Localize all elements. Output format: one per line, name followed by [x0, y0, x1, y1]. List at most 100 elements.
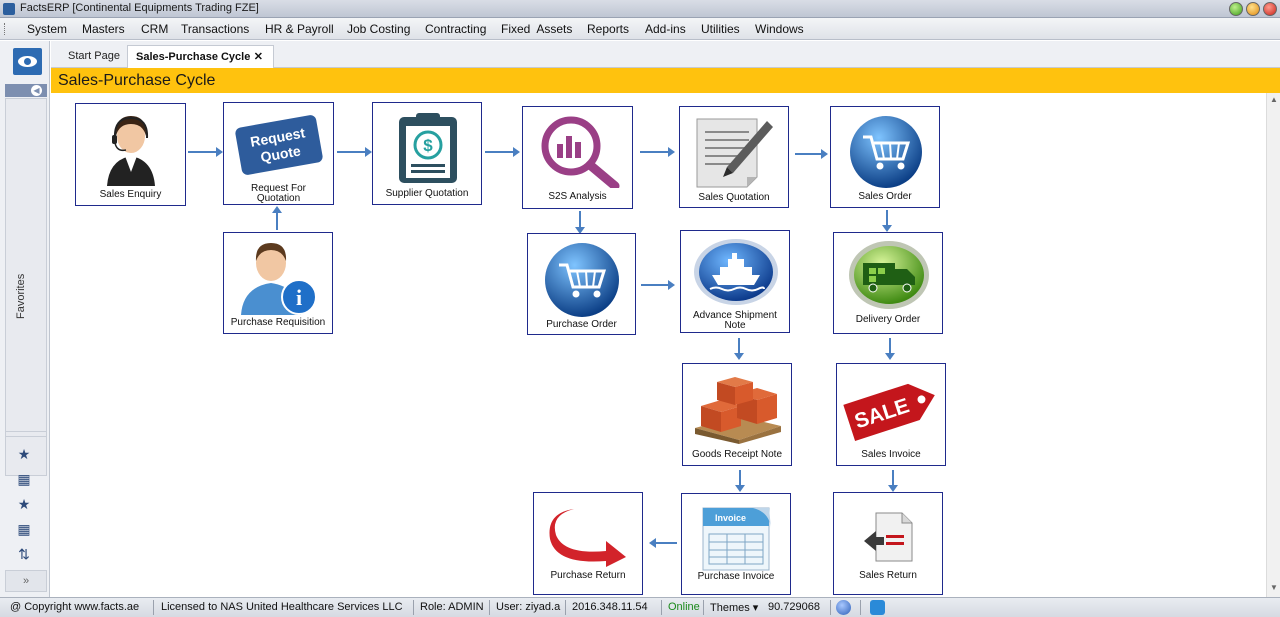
- tab-close-icon[interactable]: ✕: [254, 46, 263, 68]
- svg-text:i: i: [296, 285, 302, 310]
- sort-arrows-icon[interactable]: ⇅: [12, 545, 36, 563]
- status-copyright: @ Copyright www.facts.ae: [10, 601, 140, 613]
- document-pen-icon: [696, 118, 773, 188]
- flow-arrow: [272, 206, 282, 230]
- status-divider: [860, 600, 861, 615]
- boxes-on-pallet-icon: [695, 377, 781, 444]
- collapse-sidebar-button[interactable]: ◀: [5, 84, 47, 97]
- menu-windows[interactable]: Windows: [755, 22, 804, 36]
- node-label: Goods Receipt Note: [691, 449, 783, 460]
- menu-hr-payroll[interactable]: HR & Payroll: [265, 22, 334, 36]
- svg-text:$: $: [423, 136, 433, 155]
- app-icon: [3, 3, 15, 15]
- sale-tag-icon: SALE: [843, 383, 935, 441]
- return-arrow-icon: [549, 509, 626, 567]
- status-divider: [413, 600, 414, 615]
- left-rail: ◀ Favorites ★ ▦ ★ ▦ ⇅ »: [0, 41, 50, 597]
- node-goods-receipt-note[interactable]: Goods Receipt Note: [682, 363, 792, 466]
- node-sales-invoice[interactable]: SALE Sales Invoice: [836, 363, 946, 466]
- window-title: FactsERP [Continental Equipments Trading…: [20, 2, 259, 14]
- menu-add-ins[interactable]: Add-ins: [645, 22, 686, 36]
- status-license: Licensed to NAS United Healthcare Servic…: [161, 601, 403, 613]
- flow-arrow: [888, 470, 898, 492]
- node-supplier-quotation[interactable]: $ Supplier Quotation: [372, 102, 482, 205]
- invoice-tag-text: Invoice: [715, 513, 746, 523]
- node-sales-order[interactable]: Sales Order: [830, 106, 940, 208]
- flow-arrow: [735, 470, 745, 492]
- window-list-icon-2[interactable]: ▦: [12, 520, 36, 538]
- eye-logo-icon[interactable]: [13, 48, 42, 75]
- node-sales-return[interactable]: Sales Return: [833, 492, 943, 595]
- vertical-scrollbar[interactable]: ▲ ▼: [1266, 93, 1280, 597]
- clipboard-dollar-icon: $: [399, 113, 457, 183]
- shopping-cart-icon: [545, 243, 619, 317]
- node-purchase-requisition[interactable]: i Purchase Requisition: [223, 232, 333, 334]
- status-divider: [153, 600, 154, 615]
- favorites-label: Favorites: [15, 273, 27, 319]
- node-label: Purchase Return: [550, 570, 626, 581]
- rail-more-button[interactable]: »: [5, 570, 47, 592]
- skype-icon[interactable]: [870, 600, 885, 615]
- scroll-up-icon[interactable]: ▲: [1269, 95, 1279, 104]
- flow-arrow: [734, 338, 744, 360]
- node-sales-enquiry[interactable]: Sales Enquiry: [75, 103, 186, 206]
- favorites-panel[interactable]: Favorites: [5, 98, 47, 476]
- maximize-button[interactable]: [1246, 2, 1260, 16]
- menu-utilities[interactable]: Utilities: [701, 22, 740, 36]
- rail-splitter[interactable]: [5, 431, 47, 437]
- collapse-arrow-icon: ◀: [31, 85, 42, 96]
- node-advance-shipment-note[interactable]: Advance Shipment Note: [680, 230, 790, 333]
- themes-dropdown[interactable]: Themes ▾: [710, 601, 758, 614]
- node-label: Purchase Order: [546, 319, 617, 330]
- shopping-cart-icon: [850, 116, 922, 188]
- menu-masters[interactable]: Masters: [82, 22, 125, 36]
- node-purchase-return[interactable]: Purchase Return: [533, 492, 643, 595]
- favorites-stars-icon-2[interactable]: ★: [12, 495, 36, 513]
- title-bar: FactsERP [Continental Equipments Trading…: [0, 0, 1280, 18]
- minimize-button[interactable]: [1229, 2, 1243, 16]
- tab-sales-purchase-cycle[interactable]: Sales-Purchase Cycle ✕: [127, 45, 274, 68]
- invoice-document-icon: Invoice: [702, 507, 771, 571]
- favorites-stars-icon[interactable]: ★: [12, 445, 36, 463]
- help-icon[interactable]: [836, 600, 851, 615]
- menu-fixed-assets[interactable]: Fixed Assets: [501, 22, 572, 36]
- status-divider: [489, 600, 490, 615]
- tab-start-page[interactable]: Start Page: [60, 45, 128, 68]
- node-s2s-analysis[interactable]: S2S Analysis: [522, 106, 633, 209]
- flow-arrow: [882, 210, 892, 232]
- ship-icon: [694, 239, 778, 305]
- status-divider: [661, 600, 662, 615]
- flow-arrow: [485, 147, 520, 157]
- status-version: 2016.348.11.54: [572, 601, 648, 613]
- flow-arrow: [640, 147, 675, 157]
- tab-label: Sales-Purchase Cycle: [136, 51, 251, 63]
- menu-transactions[interactable]: Transactions: [181, 22, 249, 36]
- menu-crm[interactable]: CRM: [141, 22, 168, 36]
- request-quote-badge-icon: Request Quote: [235, 115, 323, 175]
- scroll-down-icon[interactable]: ▼: [1269, 583, 1279, 592]
- node-label-line2: Note: [724, 320, 746, 331]
- flow-arrow: [641, 280, 675, 290]
- node-purchase-order[interactable]: Purchase Order: [527, 233, 636, 335]
- delivery-truck-icon: [849, 241, 929, 309]
- close-window-button[interactable]: [1263, 2, 1277, 16]
- node-purchase-invoice[interactable]: Invoice Purchase Invoice: [681, 493, 791, 595]
- node-label-line2: Quotation: [256, 193, 301, 204]
- menu-job-costing[interactable]: Job Costing: [347, 22, 410, 36]
- status-divider: [703, 600, 704, 615]
- menu-reports[interactable]: Reports: [587, 22, 629, 36]
- window-list-icon[interactable]: ▦: [12, 470, 36, 488]
- menu-bar: System Masters CRM Transactions HR & Pay…: [0, 18, 1280, 40]
- menu-system[interactable]: System: [27, 22, 67, 36]
- flow-arrow: [795, 149, 828, 159]
- node-label: Purchase Requisition: [230, 317, 326, 328]
- page-title: Sales-Purchase Cycle: [58, 72, 216, 89]
- status-divider: [830, 600, 831, 615]
- magnifier-chart-icon: [541, 116, 620, 188]
- menu-contracting[interactable]: Contracting: [425, 22, 486, 36]
- node-sales-quotation[interactable]: Sales Quotation: [679, 106, 789, 208]
- status-user: User: ziyad.a: [496, 601, 561, 613]
- node-label: Purchase Invoice: [697, 571, 775, 582]
- node-request-for-quotation[interactable]: Request Quote Request For Quotation: [223, 102, 334, 205]
- node-delivery-order[interactable]: Delivery Order: [833, 232, 943, 334]
